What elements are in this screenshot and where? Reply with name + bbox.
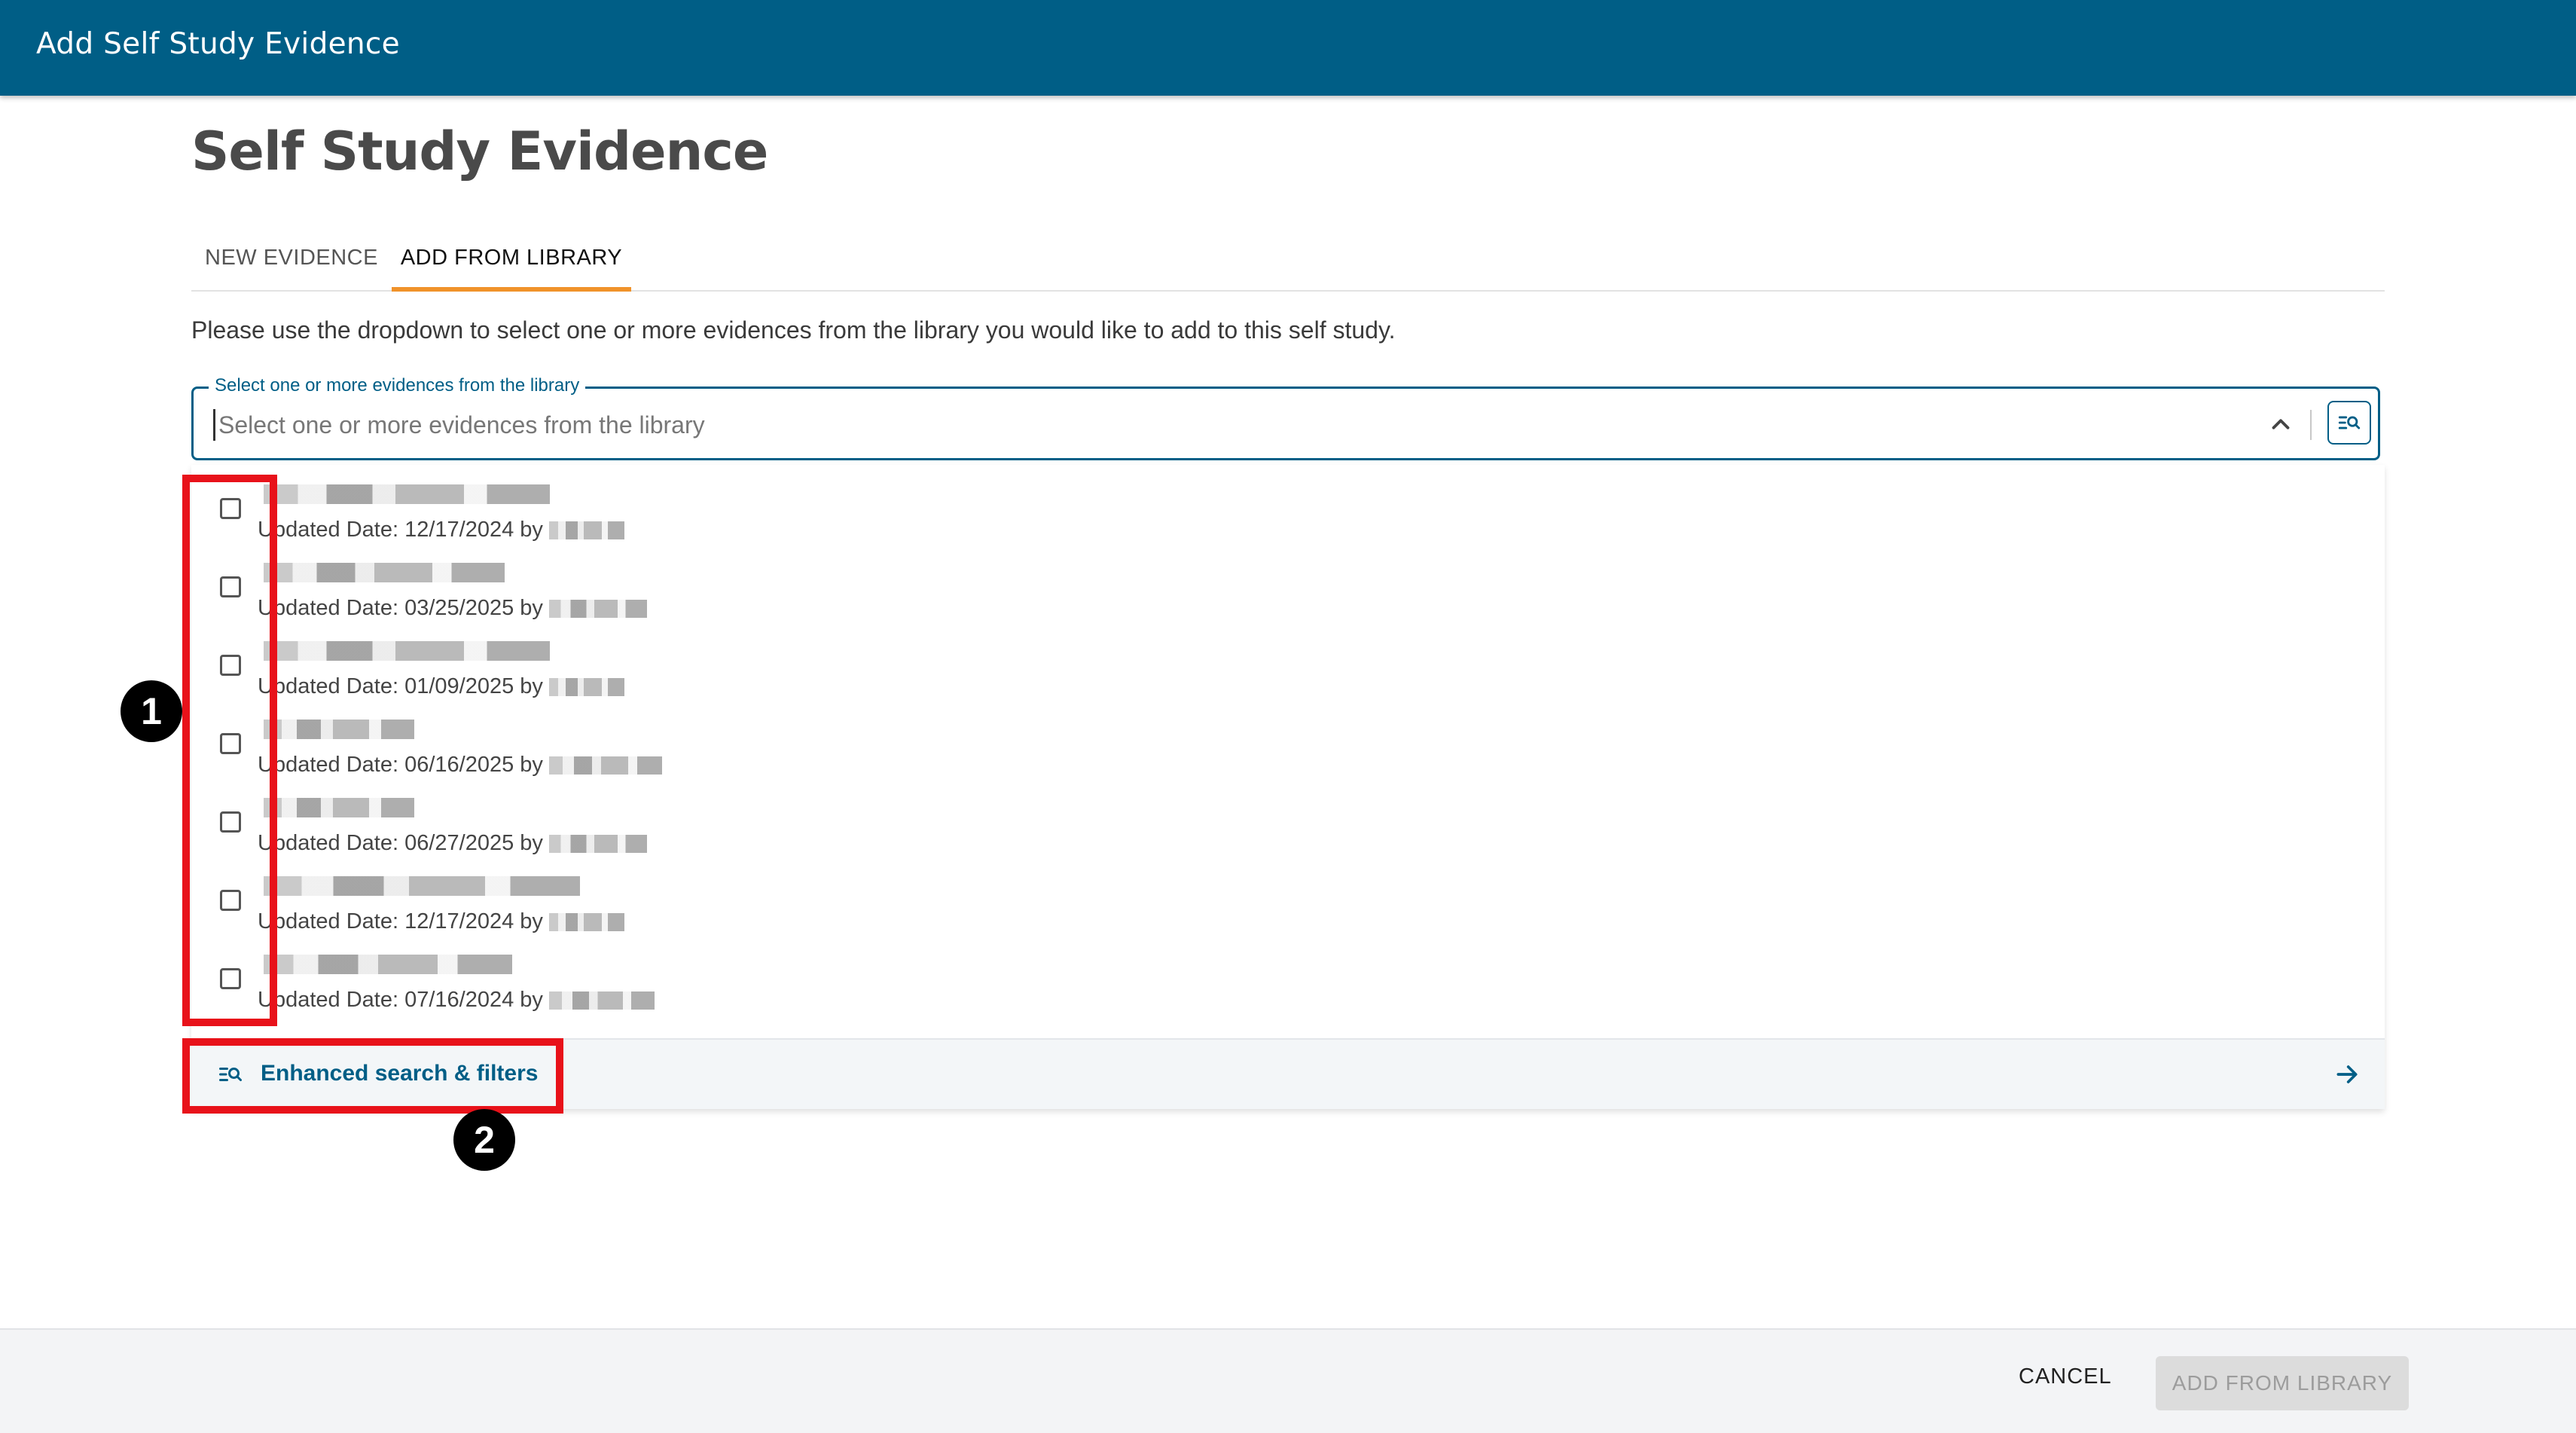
updated-meta: Updated Date: 06/16/2025 by [258, 753, 543, 777]
chevron-up-icon[interactable] [2266, 410, 2295, 438]
enhanced-search-icon [2338, 416, 2361, 429]
tab-new-evidence[interactable]: NEW EVIDENCE [191, 226, 392, 290]
updated-meta: Updated Date: 07/16/2024 by [258, 988, 543, 1012]
add-from-library-button[interactable]: ADD FROM LIBRARY [2156, 1356, 2409, 1410]
redacted-title [258, 641, 574, 664]
updated-meta: Updated Date: 03/25/2025 by [258, 596, 543, 620]
list-item[interactable]: Updated Date: 12/17/2024 by [191, 857, 2385, 935]
redacted-author [548, 835, 647, 854]
redacted-author [548, 600, 647, 619]
arrow-right-icon[interactable] [2332, 1059, 2362, 1089]
redacted-author [548, 521, 624, 540]
redacted-author [548, 756, 662, 775]
evidence-dropdown: Updated Date: 12/17/2024 by Updated Date… [191, 465, 2385, 1109]
redacted-author [548, 913, 624, 932]
annotation-box-checkboxes [182, 475, 277, 1026]
redacted-title [258, 955, 574, 977]
updated-meta: Updated Date: 06/27/2025 by [258, 831, 543, 855]
evidence-select-field[interactable]: Select one or more evidences from the li… [191, 375, 2380, 460]
redacted-title [258, 484, 574, 507]
list-item[interactable]: Updated Date: 01/09/2025 by [191, 622, 2385, 700]
enhanced-search-button[interactable] [2327, 401, 2371, 445]
updated-meta: Updated Date: 01/09/2025 by [258, 674, 543, 698]
instructions-text: Please use the dropdown to select one or… [191, 316, 1396, 344]
list-item[interactable]: Updated Date: 06/27/2025 by [191, 778, 2385, 857]
tab-add-from-library[interactable]: ADD FROM LIBRARY [392, 226, 631, 292]
redacted-title [258, 720, 574, 742]
app-bar-title: Add Self Study Evidence [36, 27, 400, 61]
list-item[interactable]: Updated Date: 12/17/2024 by [191, 465, 2385, 543]
annotation-badge-1: 1 [121, 680, 182, 742]
tab-bar: NEW EVIDENCE ADD FROM LIBRARY [191, 226, 2385, 292]
list-item[interactable]: Updated Date: 03/25/2025 by [191, 543, 2385, 622]
app-bar: Add Self Study Evidence [0, 0, 2576, 96]
updated-meta: Updated Date: 12/17/2024 by [258, 909, 543, 933]
redacted-author [548, 678, 624, 697]
list-item[interactable]: Updated Date: 06/16/2025 by [191, 700, 2385, 778]
list-item[interactable]: Updated Date: 07/16/2024 by [191, 935, 2385, 1013]
redacted-title [258, 563, 574, 585]
annotation-box-enhanced-search [182, 1038, 563, 1114]
evidence-select-label: Select one or more evidences from the li… [209, 375, 586, 396]
evidence-select-input[interactable] [213, 409, 2178, 441]
redacted-title [258, 876, 580, 899]
redacted-author [548, 991, 655, 1010]
updated-meta: Updated Date: 12/17/2024 by [258, 518, 543, 542]
field-divider [2310, 410, 2312, 440]
redacted-title [258, 798, 574, 820]
annotation-badge-2: 2 [453, 1109, 515, 1171]
page-title: Self Study Evidence [191, 121, 768, 182]
cancel-button[interactable]: CANCEL [2019, 1364, 2112, 1389]
dialog-footer: CANCEL ADD FROM LIBRARY [0, 1328, 2576, 1433]
